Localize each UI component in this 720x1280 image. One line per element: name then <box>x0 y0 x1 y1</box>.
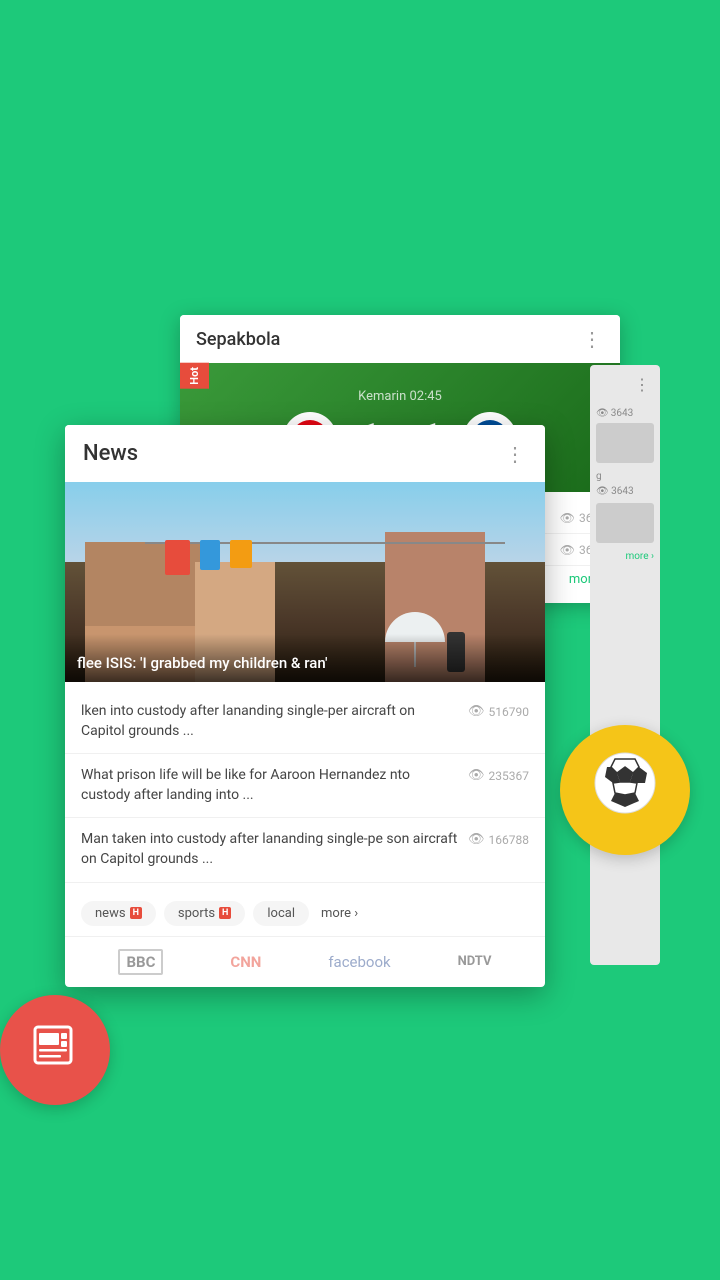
more-tab-label: more › <box>321 906 358 921</box>
news-caption-text: flee ISIS: 'I grabbed my children & ran' <box>77 654 533 672</box>
side-views-1: 👁 3643 <box>596 408 654 419</box>
laundry-line <box>145 542 505 544</box>
sepakbola-menu-dots[interactable]: ⋮ <box>582 327 604 351</box>
tab-news[interactable]: news H <box>81 901 156 926</box>
tab-local[interactable]: local <box>253 901 309 926</box>
floating-news-icon-button[interactable] <box>0 995 110 1105</box>
cnn-logo: CNN <box>230 953 261 971</box>
news-card-header: News ⋮ <box>65 425 545 482</box>
category-tabs: news H sports H local more › <box>65 891 545 937</box>
cloth-2 <box>200 540 220 570</box>
side-item-2 <box>596 503 654 543</box>
eye-icon: 👁 <box>468 768 485 783</box>
ndtv-logo: NDTV <box>458 954 492 969</box>
tab-sports-label: sports <box>178 906 215 921</box>
floating-sports-icon-button[interactable] <box>560 725 690 855</box>
eye-icon: 👁 <box>468 704 485 719</box>
side-card-items: 👁 3643 g 👁 3643 more › <box>590 404 660 566</box>
eye-icon: 👁 <box>468 832 485 847</box>
newspaper-icon <box>29 1019 81 1071</box>
score-label: Kemarin 02:45 <box>196 389 604 404</box>
news-icon <box>29 1019 81 1082</box>
news-item-text-1: lken into custody after lananding single… <box>81 702 468 741</box>
news-card[interactable]: News ⋮ <box>65 425 545 987</box>
news-item-views-1: 👁 516790 <box>468 704 529 719</box>
news-caption: flee ISIS: 'I grabbed my children & ran' <box>65 634 545 682</box>
hot-badge: Hot <box>180 363 209 389</box>
bbc-logo: BBC <box>118 949 163 975</box>
sepakbola-card-header: Sepakbola ⋮ <box>180 315 620 363</box>
side-card-dots: ⋮ <box>590 365 660 404</box>
cards-area: Sepakbola ⋮ Hot Kemarin 02:45 BAY 1 - 1 <box>0 315 720 1055</box>
sepakbola-title: Sepakbola <box>196 329 280 350</box>
soccer-ball-icon <box>591 749 659 817</box>
tab-news-label: news <box>95 906 126 921</box>
news-item-text-3: Man taken into custody after lananding s… <box>81 830 468 869</box>
news-list-item-2[interactable]: What prison life will be like for Aaroon… <box>65 754 545 818</box>
news-hot-tag: H <box>130 907 142 919</box>
news-card-title: News <box>83 441 138 466</box>
side-text-1: g <box>596 471 654 482</box>
tab-more[interactable]: more › <box>321 906 358 921</box>
side-more[interactable]: more › <box>596 551 654 562</box>
news-menu-dots[interactable]: ⋮ <box>505 442 527 466</box>
news-item-text-2: What prison life will be like for Aaroon… <box>81 766 468 805</box>
source-logos: BBC CNN facebook NDTV <box>65 937 545 987</box>
news-featured-image: flee ISIS: 'I grabbed my children & ran' <box>65 482 545 682</box>
eye-icon: 👁 <box>560 543 575 557</box>
news-list-item-1[interactable]: lken into custody after lananding single… <box>65 690 545 754</box>
sports-hot-tag: H <box>219 907 231 919</box>
tab-local-label: local <box>267 906 295 921</box>
news-item-views-3: 👁 166788 <box>468 832 529 847</box>
side-views-2: 👁 3643 <box>596 486 654 497</box>
facebook-logo: facebook <box>328 953 390 971</box>
eye-icon: 👁 <box>596 408 609 419</box>
news-item-views-2: 👁 235367 <box>468 768 529 783</box>
news-list-item-3[interactable]: Man taken into custody after lananding s… <box>65 818 545 882</box>
news-list: lken into custody after lananding single… <box>65 682 545 891</box>
side-item-1 <box>596 423 654 463</box>
cloth-1 <box>165 540 190 575</box>
cloth-3 <box>230 540 252 568</box>
eye-icon: 👁 <box>560 511 575 525</box>
tab-sports[interactable]: sports H <box>164 901 245 926</box>
football-icon <box>591 749 659 831</box>
side-card: ⋮ 👁 3643 g 👁 3643 more › <box>590 365 660 965</box>
